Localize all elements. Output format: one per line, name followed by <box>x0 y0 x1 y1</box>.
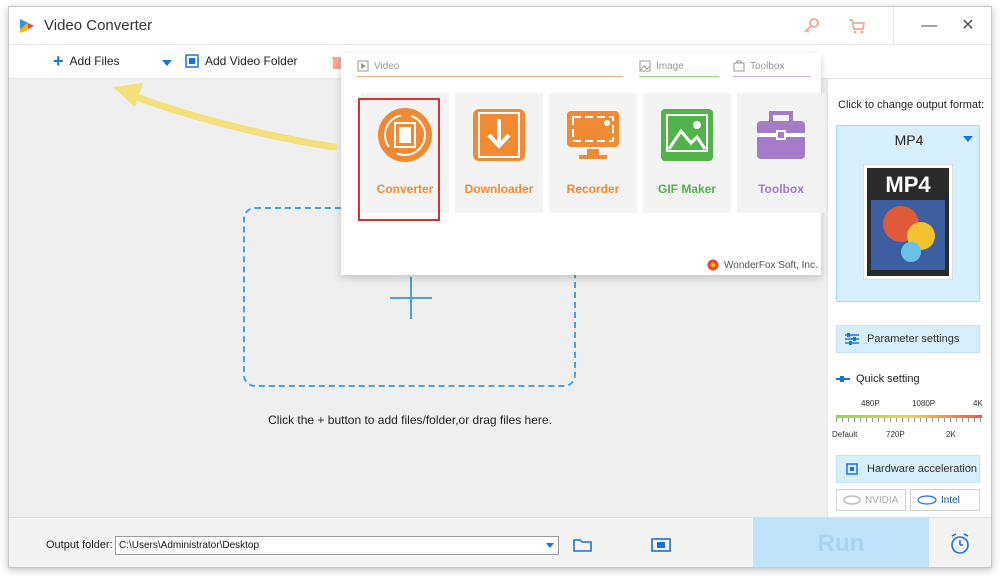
intel-label: Intel <box>941 494 960 506</box>
quick-setting: Quick setting <box>836 373 920 385</box>
nvidia-logo-icon <box>843 495 861 505</box>
slider-ticks <box>836 418 982 422</box>
bottom-bar: Output folder: C:\Users\Administrator\De… <box>9 517 991 567</box>
category-video[interactable]: Video <box>357 60 399 72</box>
app-window: Video Converter — ✕ + Add Files Add Vide… <box>8 6 992 568</box>
toolbox-category-icon <box>733 60 745 72</box>
video-category-underline <box>357 76 623 77</box>
minimize-button[interactable]: — <box>918 15 940 37</box>
run-button[interactable]: Run <box>753 518 929 567</box>
downloader-icon <box>473 109 525 161</box>
category-image[interactable]: Image <box>639 60 684 72</box>
slider-label-480p: 480P <box>861 399 880 408</box>
format-dropdown-icon[interactable] <box>963 136 973 142</box>
image-category-icon <box>639 60 651 72</box>
slider-label-2k: 2K <box>946 430 956 439</box>
cart-icon[interactable] <box>847 16 867 36</box>
slider-label-default: Default <box>832 430 858 439</box>
category-toolbox-label: Toolbox <box>750 60 785 72</box>
app-logo-icon <box>20 19 34 33</box>
wonderfox-logo-icon <box>707 259 719 271</box>
format-name: MP4 <box>894 132 924 148</box>
mp4-format-icon: MP4 <box>863 164 953 280</box>
add-video-folder-label: Add Video Folder <box>205 54 298 68</box>
sliders-icon <box>845 333 859 345</box>
alarm-clock-icon[interactable] <box>949 533 971 555</box>
add-files-label: Add Files <box>69 54 120 68</box>
toolbox-category-underline <box>733 76 811 77</box>
brand: WonderFox Soft, Inc. <box>707 259 818 271</box>
output-preview-icon[interactable] <box>651 537 671 553</box>
mp4-thumb-text: MP4 <box>885 172 931 197</box>
nvidia-label: NVIDIA <box>865 494 899 506</box>
intel-option[interactable]: Intel <box>910 489 980 511</box>
video-category-icon <box>357 60 369 72</box>
parameter-settings-label: Parameter settings <box>867 333 960 345</box>
intel-logo-icon <box>917 495 937 505</box>
gif-maker-tile[interactable]: GIF Maker <box>643 93 731 213</box>
hardware-acceleration-label: Hardware acceleration <box>867 463 978 475</box>
plus-icon: + <box>53 51 64 71</box>
annotation-arrow-icon <box>113 83 338 151</box>
chip-icon <box>846 463 858 475</box>
change-format-label: Click to change output format: <box>838 99 985 111</box>
title-bar: Video Converter — ✕ <box>9 7 991 45</box>
downloader-label: Downloader <box>464 182 534 196</box>
add-video-folder-button[interactable]: Add Video Folder <box>185 54 298 68</box>
toolbox-label: Toolbox <box>758 182 804 196</box>
downloader-tile[interactable]: Downloader <box>455 93 543 213</box>
drop-hint: Click the + button to add files/folder,o… <box>268 413 552 427</box>
quick-setting-icon <box>836 376 850 382</box>
converter-highlight-frame <box>358 98 440 221</box>
output-panel: Click to change output format: MP4 MP4 P… <box>827 79 991 517</box>
parameter-settings-button[interactable]: Parameter settings <box>836 325 980 353</box>
hardware-acceleration-button[interactable]: Hardware acceleration <box>836 455 980 483</box>
output-folder-field[interactable]: C:\Users\Administrator\Desktop <box>115 536 559 555</box>
output-format-selector[interactable]: MP4 MP4 <box>836 125 980 302</box>
close-button[interactable]: ✕ <box>957 15 979 37</box>
output-folder-path: C:\Users\Administrator\Desktop <box>119 540 260 551</box>
folder-film-icon <box>185 54 199 68</box>
nvidia-option[interactable]: NVIDIA <box>836 489 906 511</box>
add-plus-icon[interactable] <box>390 277 432 319</box>
slider-label-1080p: 1080P <box>912 399 936 408</box>
open-folder-icon[interactable] <box>573 537 593 553</box>
output-folder-dropdown-icon[interactable] <box>546 543 554 548</box>
recorder-label: Recorder <box>566 182 620 196</box>
category-toolbox[interactable]: Toolbox <box>733 60 784 72</box>
gif-maker-icon <box>661 109 713 161</box>
recorder-tile[interactable]: Recorder <box>549 93 637 213</box>
toolbox-icon <box>757 111 805 159</box>
gif-maker-label: GIF Maker <box>657 182 717 196</box>
key-icon[interactable] <box>801 16 821 36</box>
toolbox-popup: Video Image Toolbox Converter Downloader… <box>341 53 825 275</box>
add-files-button[interactable]: + Add Files <box>53 51 120 71</box>
category-image-label: Image <box>656 60 684 72</box>
image-category-underline <box>639 76 719 77</box>
brand-label: WonderFox Soft, Inc. <box>724 259 818 271</box>
quick-setting-label: Quick setting <box>856 373 920 385</box>
category-video-label: Video <box>374 60 400 72</box>
slider-label-720p: 720P <box>886 430 905 439</box>
title-separator <box>893 7 894 45</box>
add-files-dropdown-icon[interactable] <box>162 60 172 66</box>
app-title: Video Converter <box>44 17 153 34</box>
slider-label-4k: 4K <box>973 399 983 408</box>
recorder-icon <box>567 111 619 159</box>
toolbox-tile[interactable]: Toolbox <box>737 93 825 213</box>
output-folder-label: Output folder: <box>46 539 113 551</box>
